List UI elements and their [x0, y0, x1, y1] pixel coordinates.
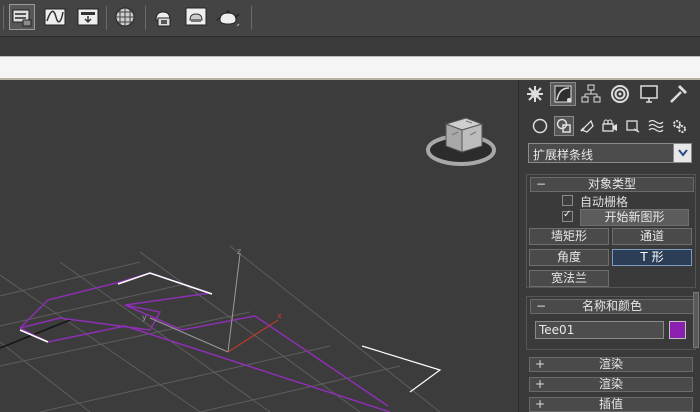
chevron-down-icon[interactable] — [673, 144, 691, 162]
shape-category-dropdown[interactable]: 扩展样条线 — [528, 143, 692, 163]
curve-editor-icon — [44, 8, 66, 26]
category-shapes[interactable] — [554, 116, 574, 136]
start-new-shape-checkbox[interactable] — [562, 209, 573, 222]
material-editor-icon — [115, 7, 135, 27]
material-editor-button[interactable] — [112, 4, 138, 30]
schematic-view-button[interactable] — [75, 4, 101, 30]
tab-hierarchy[interactable] — [578, 82, 604, 106]
helpers-icon — [626, 120, 640, 133]
toolbar-separator — [106, 6, 107, 30]
object-color-swatch[interactable] — [669, 321, 686, 339]
object-type-rollout: − 对象类型 自动栅格 开始新图形 墙矩形 通道 角度 T 形 宽法兰 — [526, 174, 696, 288]
toolbar-strip — [0, 37, 700, 55]
layer-manager-button[interactable] — [9, 4, 35, 30]
interpolation-rollout-header[interactable]: + 插值 — [529, 397, 693, 412]
tab-modify[interactable] — [550, 82, 576, 106]
name-and-color-header[interactable]: − 名称和颜色 — [530, 299, 694, 314]
rendering-rollout-header-2[interactable]: + 渲染 — [529, 377, 693, 392]
axis-label-y: y — [142, 313, 147, 322]
rendered-frame-window-icon — [185, 7, 207, 26]
object-type-title: 对象类型 — [587, 177, 636, 191]
teapot-icon — [216, 10, 240, 27]
space-warps-icon — [648, 119, 664, 133]
rendering-title-2: 渲染 — [598, 377, 623, 391]
tab-motion[interactable] — [607, 82, 633, 106]
lights-icon — [580, 119, 594, 133]
schematic-view-icon — [77, 8, 99, 26]
category-helpers[interactable] — [623, 116, 643, 136]
autogrid-label: 自动栅格 — [580, 195, 629, 209]
camera-icon — [602, 119, 617, 132]
sphere-icon — [532, 118, 548, 134]
t-shape-button[interactable]: T 形 — [612, 249, 692, 266]
rendering-title: 渲染 — [598, 357, 623, 371]
perspective-viewport[interactable]: z y x — [0, 80, 518, 412]
curve-editor-button[interactable] — [42, 4, 68, 30]
toolbar-separator — [251, 6, 252, 30]
panel-scrollbar[interactable] — [693, 292, 699, 348]
interpolation-title: 插值 — [598, 397, 623, 411]
viewcube[interactable] — [426, 117, 496, 166]
command-panel: 扩展样条线 − 对象类型 自动栅格 开始新图形 墙矩形 通道 角度 T 形 宽法… — [518, 80, 700, 412]
tab-create[interactable] — [522, 82, 548, 106]
axis-label-x: x — [277, 311, 282, 320]
hierarchy-icon — [581, 84, 601, 103]
hammer-icon — [670, 85, 687, 103]
motion-icon — [611, 85, 629, 103]
wide-flange-button[interactable]: 宽法兰 — [529, 270, 609, 287]
object-name-input[interactable]: Tee01 — [535, 321, 664, 339]
shapes-icon — [556, 118, 571, 133]
home-grid — [0, 245, 441, 412]
axis-label-z: z — [237, 247, 241, 256]
toolbar-separator — [3, 6, 4, 30]
selection-spline-fragment — [361, 345, 442, 393]
object-type-header[interactable]: − 对象类型 — [530, 177, 694, 192]
rendered-frame-window-button[interactable] — [183, 4, 209, 30]
quick-render-button[interactable] — [215, 4, 241, 30]
rendering-rollout-header[interactable]: + 渲染 — [529, 357, 693, 372]
gears-icon — [673, 120, 686, 133]
main-toolbar — [0, 0, 700, 37]
category-systems[interactable] — [669, 116, 689, 136]
render-setup-icon — [155, 11, 171, 27]
viewport-canvas: z y x — [0, 117, 496, 412]
display-icon — [640, 85, 658, 103]
autogrid-checkbox[interactable] — [562, 195, 573, 206]
toolbar-separator — [145, 6, 146, 30]
tab-utilities[interactable] — [665, 82, 691, 106]
category-lights[interactable] — [577, 116, 597, 136]
layer-manager-icon — [12, 9, 32, 27]
category-cameras[interactable] — [600, 116, 620, 136]
create-icon — [527, 86, 543, 102]
modify-icon — [554, 85, 572, 103]
tab-display[interactable] — [636, 82, 662, 106]
angle-button[interactable]: 角度 — [529, 249, 609, 266]
category-space-warps[interactable] — [646, 116, 666, 136]
name-and-color-title: 名称和颜色 — [581, 299, 642, 313]
viewport-title-bar — [0, 56, 700, 80]
wall-rectangle-button[interactable]: 墙矩形 — [529, 228, 609, 245]
channel-button[interactable]: 通道 — [612, 228, 692, 245]
start-new-shape-button[interactable]: 开始新图形 — [580, 209, 689, 226]
render-setup-button[interactable] — [151, 4, 177, 30]
dropdown-value: 扩展样条线 — [533, 148, 594, 162]
category-geometry[interactable] — [530, 116, 550, 136]
